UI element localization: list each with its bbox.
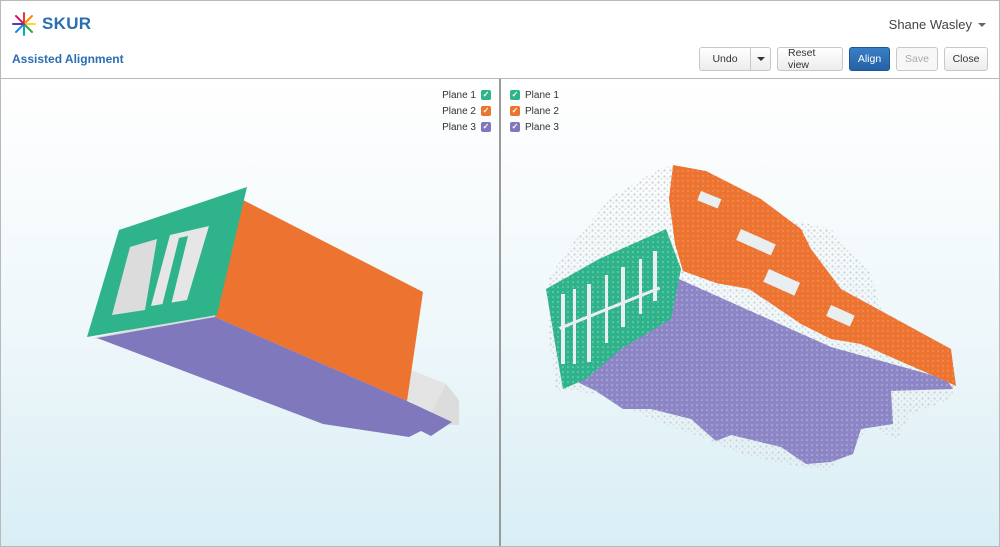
check-icon[interactable]: ✓ [510,106,520,116]
check-icon[interactable]: ✓ [510,122,520,132]
legend-item-plane2[interactable]: Plane 2 ✓ [442,103,491,119]
check-icon[interactable]: ✓ [510,90,520,100]
check-icon[interactable]: ✓ [481,122,491,132]
chevron-down-icon [756,57,765,61]
close-button[interactable]: Close [944,47,988,71]
page-title: Assisted Alignment [12,52,124,66]
brand-name: SKUR [42,14,92,33]
legend-item-plane3[interactable]: Plane 3 ✓ [442,119,491,135]
plane-legend: Plane 1 ✓ Plane 2 ✓ Plane 3 ✓ [442,87,491,135]
legend-item-plane3[interactable]: ✓ Plane 3 [510,119,559,135]
legend-label: Plane 1 [525,89,559,101]
legend-label: Plane 2 [525,105,559,117]
user-menu[interactable]: Shane Wasley [889,17,986,32]
logo[interactable]: SKUR [12,12,91,36]
legend-item-plane1[interactable]: ✓ Plane 1 [510,87,559,103]
model-viewport[interactable]: Plane 1 ✓ Plane 2 ✓ Plane 3 ✓ [1,79,499,546]
legend-label: Plane 3 [442,121,476,133]
pointcloud-viewport[interactable]: ✓ Plane 1 ✓ Plane 2 ✓ Plane 3 [501,79,999,546]
reset-view-button[interactable]: Reset view [777,47,843,71]
user-name: Shane Wasley [888,17,972,32]
plane-legend: ✓ Plane 1 ✓ Plane 2 ✓ Plane 3 [510,87,559,135]
undo-dropdown-button[interactable] [751,47,771,71]
legend-label: Plane 3 [525,121,559,133]
undo-button[interactable]: Undo [699,47,751,71]
skur-starburst-icon [12,12,36,36]
legend-label: Plane 1 [442,89,476,101]
legend-label: Plane 2 [442,105,476,117]
check-icon[interactable]: ✓ [481,106,491,116]
align-button[interactable]: Align [849,47,890,71]
save-button[interactable]: Save [896,47,938,71]
pointcloud-render [546,165,956,471]
legend-item-plane2[interactable]: ✓ Plane 2 [510,103,559,119]
legend-item-plane1[interactable]: Plane 1 ✓ [442,87,491,103]
toolbar: Undo Reset view Align Save Close [699,47,988,71]
chevron-down-icon [978,22,986,27]
undo-button-group: Undo [699,47,771,71]
check-icon[interactable]: ✓ [481,90,491,100]
model-render [87,187,459,437]
